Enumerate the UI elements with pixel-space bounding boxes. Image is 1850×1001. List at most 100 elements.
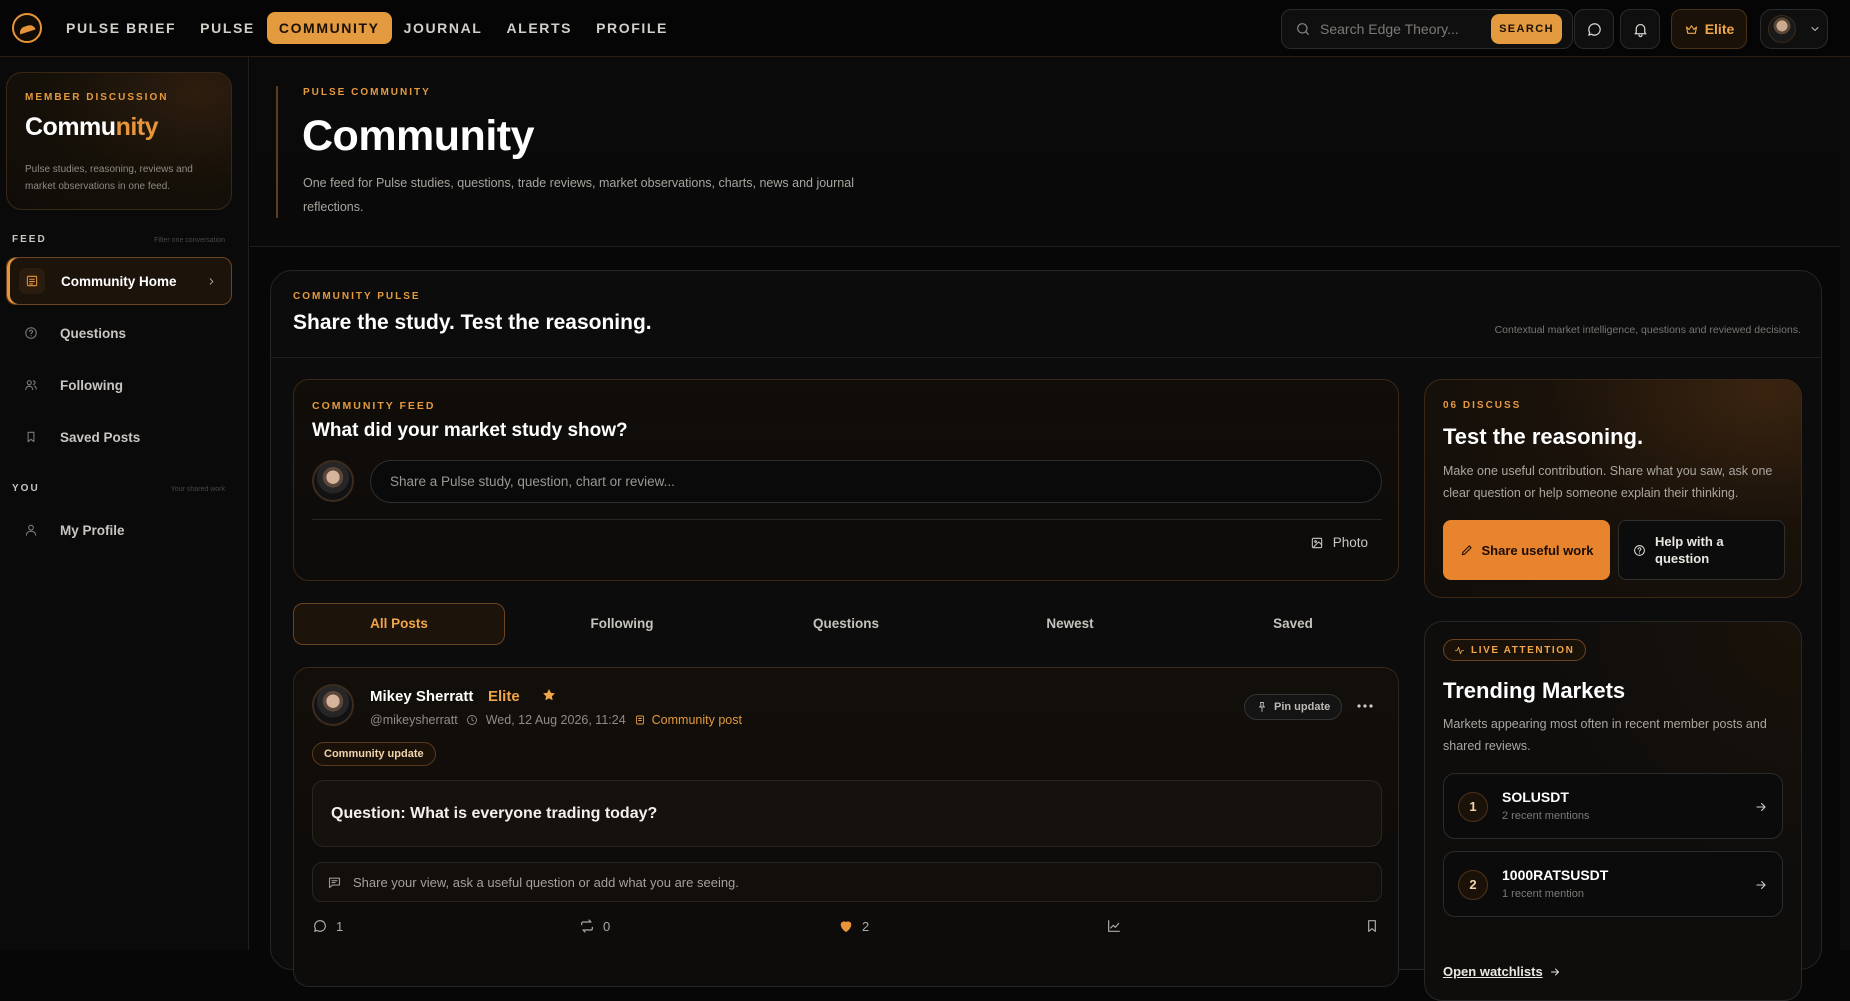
post-body[interactable]: Question: What is everyone trading today… xyxy=(312,780,1382,847)
repost-button[interactable]: 0 xyxy=(579,918,610,934)
sidebar-item-community-home[interactable]: Community Home xyxy=(6,257,232,305)
tab-saved[interactable]: Saved xyxy=(1187,603,1399,645)
nav-journal[interactable]: JOURNAL xyxy=(392,12,495,44)
search-button[interactable]: SEARCH xyxy=(1491,14,1562,44)
crown-icon xyxy=(1685,24,1697,34)
market-symbol: SOLUSDT xyxy=(1502,789,1569,805)
discuss-title: Test the reasoning. xyxy=(1443,424,1644,449)
like-button[interactable]: 2 xyxy=(838,918,869,934)
sidebar-item-label: Community Home xyxy=(61,273,177,289)
pencil-icon xyxy=(1461,545,1472,556)
discuss-kicker: 06 DISCUSS xyxy=(1443,400,1522,411)
sidebar: MEMBER DISCUSSION Community Pulse studie… xyxy=(0,57,249,950)
feed-section-hint: Filter one conversation xyxy=(154,237,225,244)
comment-count: 1 xyxy=(336,918,344,934)
trending-markets-card: LIVE ATTENTION Trending Markets Markets … xyxy=(1424,621,1802,1001)
messages-button[interactable] xyxy=(1574,9,1614,49)
like-count: 2 xyxy=(862,918,870,934)
sidebar-title: Community xyxy=(25,113,159,142)
arrow-right-icon xyxy=(1756,802,1766,812)
search-input[interactable] xyxy=(1320,18,1488,40)
author-name[interactable]: Mikey Sherratt xyxy=(370,688,473,705)
sidebar-item-label: My Profile xyxy=(60,522,125,538)
tab-questions[interactable]: Questions xyxy=(740,603,952,645)
edge-theory-logo[interactable] xyxy=(12,13,42,43)
help-with-question-label: Help with a question xyxy=(1655,534,1724,566)
users-icon xyxy=(18,372,44,398)
post-actions: 1 0 2 xyxy=(312,918,1382,940)
nav-profile[interactable]: PROFILE xyxy=(584,12,680,44)
nav-pulse[interactable]: PULSE xyxy=(188,12,267,44)
repost-icon xyxy=(581,919,593,933)
chevron-right-icon xyxy=(209,277,214,285)
sidebar-item-my-profile[interactable]: My Profile xyxy=(6,506,232,554)
notifications-button[interactable] xyxy=(1620,9,1660,49)
author-handle: @mikeysherratt xyxy=(370,713,458,727)
nav-pulse-brief[interactable]: PULSE BRIEF xyxy=(54,12,188,44)
you-section-label: YOU xyxy=(12,483,40,494)
market-rank: 2 xyxy=(1458,870,1488,900)
search-icon xyxy=(1297,23,1309,35)
pin-label: Pin update xyxy=(1274,701,1331,713)
save-post-button[interactable] xyxy=(1364,918,1380,934)
page-description: One feed for Pulse studies, questions, t… xyxy=(303,176,854,214)
post-timestamp: Wed, 12 Aug 2026, 11:24 xyxy=(485,713,626,727)
add-photo-button[interactable]: Photo xyxy=(1310,535,1368,550)
composer-divider xyxy=(312,519,1382,520)
arrow-right-icon xyxy=(1756,880,1766,890)
photo-label: Photo xyxy=(1332,535,1368,550)
feed-post: Mikey Sherratt Elite @mikeysherratt Wed,… xyxy=(293,667,1399,987)
analytics-button[interactable] xyxy=(1106,918,1122,934)
sidebar-item-label: Following xyxy=(60,377,123,393)
comment-icon xyxy=(314,920,326,932)
user-icon xyxy=(18,517,44,543)
comment-button[interactable]: 1 xyxy=(312,918,343,934)
discuss-card: 06 DISCUSS Test the reasoning. Make one … xyxy=(1424,379,1802,598)
reply-prompt[interactable]: Share your view, ask a useful question o… xyxy=(312,862,1382,902)
hero-accent-bar xyxy=(276,86,278,218)
tab-newest[interactable]: Newest xyxy=(964,603,1176,645)
sidebar-title-accent: nity xyxy=(115,113,159,141)
top-navbar: PULSE BRIEF PULSE COMMUNITY JOURNAL ALER… xyxy=(0,0,1850,57)
composer-title: What did your market study show? xyxy=(312,420,628,441)
pin-update-button[interactable]: Pin update xyxy=(1244,694,1343,720)
pulse-icon xyxy=(1454,646,1465,654)
tab-all-posts[interactable]: All Posts xyxy=(293,603,505,645)
account-menu-button[interactable] xyxy=(1760,9,1828,49)
nav-community[interactable]: COMMUNITY xyxy=(266,12,392,44)
composer-avatar xyxy=(312,460,354,502)
tab-following[interactable]: Following xyxy=(516,603,728,645)
sidebar-item-questions[interactable]: Questions xyxy=(6,309,232,357)
share-useful-work-button[interactable]: Share useful work xyxy=(1443,520,1610,580)
panel-note: Contextual market intelligence, question… xyxy=(1494,324,1801,336)
elite-button[interactable]: Elite xyxy=(1671,9,1747,49)
trending-market-item[interactable]: 2 1000RATSUSDT 1 recent mention xyxy=(1443,851,1783,917)
composer-input[interactable] xyxy=(370,460,1382,503)
trending-description: Markets appearing most often in recent m… xyxy=(1443,717,1767,753)
sidebar-item-following[interactable]: Following xyxy=(6,361,232,409)
page-title: Community xyxy=(302,112,535,160)
author-avatar[interactable] xyxy=(312,684,354,726)
sidebar-item-saved-posts[interactable]: Saved Posts xyxy=(6,413,232,461)
more-options-icon[interactable] xyxy=(1354,698,1376,714)
page-scrollbar[interactable] xyxy=(1840,57,1850,950)
elite-label: Elite xyxy=(1704,21,1735,37)
star-icon xyxy=(543,689,555,701)
sidebar-kicker: MEMBER DISCUSSION xyxy=(25,92,169,103)
repost-count: 0 xyxy=(603,918,611,934)
bell-icon xyxy=(1634,23,1647,38)
panel-kicker: COMMUNITY PULSE xyxy=(293,291,421,302)
open-watchlists-link[interactable]: Open watchlists xyxy=(1443,964,1561,979)
sidebar-title-part: Commu xyxy=(25,113,116,141)
help-with-question-button[interactable]: Help with a question xyxy=(1618,520,1785,580)
clock-icon xyxy=(466,715,477,725)
image-icon xyxy=(1311,537,1322,548)
author-badge: Elite xyxy=(488,688,520,705)
heart-icon xyxy=(840,921,852,932)
trending-market-item[interactable]: 1 SOLUSDT 2 recent mentions xyxy=(1443,773,1783,839)
share-useful-work-label: Share useful work xyxy=(1481,542,1594,558)
chevron-down-icon xyxy=(1811,27,1819,31)
feed-tabs: All Posts Following Questions Newest Sav… xyxy=(293,603,1399,645)
sidebar-item-label: Saved Posts xyxy=(60,429,141,445)
nav-alerts[interactable]: ALERTS xyxy=(494,12,584,44)
